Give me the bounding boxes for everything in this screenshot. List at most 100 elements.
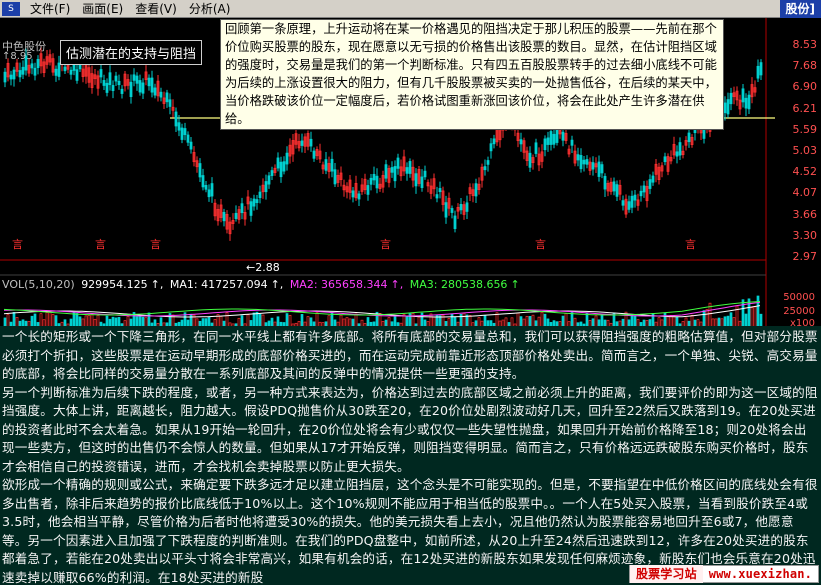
candle-body — [174, 111, 178, 127]
candle-body — [528, 152, 532, 168]
candle-body — [135, 75, 139, 84]
stock-chart-panel[interactable]: 言言言言言言 中色股份 ↑8.95 估测潜在的支持与阻挡 回顾第一条原理，上升运… — [0, 18, 821, 330]
candle-body — [300, 140, 304, 146]
volume-indicator-name: VOL(5,10,20) — [2, 278, 75, 291]
candle-body — [543, 138, 547, 151]
candle-body — [186, 134, 190, 143]
candle-body — [159, 91, 163, 98]
candle-body — [612, 181, 616, 192]
candle-body — [633, 194, 637, 201]
candle-body — [600, 164, 604, 174]
candle-body — [177, 122, 181, 131]
watermark-site-name: 股票学习站 — [629, 564, 703, 584]
menu-view[interactable]: 查看(V) — [129, 0, 183, 17]
candle-body — [561, 131, 565, 141]
candle-body — [579, 155, 583, 170]
candle-body — [384, 164, 388, 179]
event-marker-icon: 言 — [380, 238, 391, 251]
candle-body — [597, 161, 601, 177]
candle-body — [333, 169, 337, 185]
candle-body — [330, 158, 334, 172]
arrow-up-icon: ↑, — [150, 278, 164, 291]
candle-body — [555, 128, 559, 143]
candle-body — [687, 132, 691, 143]
candle-body — [450, 208, 454, 213]
candle-body — [108, 72, 112, 86]
candle-body — [627, 201, 631, 210]
candle-body — [9, 74, 13, 80]
volume-bar — [753, 306, 757, 329]
candle-body — [453, 215, 457, 229]
event-marker-icon: 言 — [12, 238, 23, 251]
candle-body — [726, 99, 730, 115]
volume-bar — [741, 299, 745, 329]
candle-body — [678, 142, 682, 156]
candle-body — [375, 175, 379, 189]
candle-body — [102, 80, 106, 86]
candle-body — [615, 184, 619, 197]
arrow-up-icon: ↑ — [510, 278, 520, 291]
event-marker-icon: 言 — [95, 238, 106, 251]
event-marker-icon: 言 — [150, 238, 161, 251]
candle-body — [438, 188, 442, 193]
candle-body — [18, 70, 22, 78]
candle-body — [576, 154, 580, 161]
candle-body — [465, 202, 469, 212]
candle-body — [198, 163, 202, 178]
arrow-up-icon: ↑, — [390, 278, 404, 291]
menu-file[interactable]: 文件(F) — [24, 0, 76, 17]
price-tick: 3.66 — [792, 207, 818, 221]
candle-body — [621, 200, 625, 206]
candle-body — [165, 92, 169, 103]
article-paragraph: 一个长的矩形或一个下降三角形，在同一水平线上都有许多底部。将所有底部的交易量总和… — [2, 329, 818, 381]
article-text-panel[interactable]: 一个长的矩形或一个下降三角形，在同一水平线上都有许多底部。将所有底部的交易量总和… — [0, 326, 821, 585]
price-tick: 7.68 — [792, 59, 818, 73]
candle-body — [282, 161, 286, 172]
candle-body — [99, 69, 103, 78]
price-tick: 5.59 — [792, 122, 818, 136]
candle-body — [483, 166, 487, 171]
candle-body — [393, 166, 397, 182]
candle-body — [78, 64, 82, 70]
candle-body — [744, 97, 748, 109]
price-tick: 5.03 — [792, 144, 818, 157]
candle-body — [603, 175, 607, 190]
menu-analyze[interactable]: 分析(A) — [183, 0, 237, 17]
candle-body — [180, 127, 184, 140]
candle-body — [582, 159, 586, 165]
candle-body — [279, 161, 283, 178]
candle-body — [474, 183, 478, 197]
candle-body — [486, 160, 490, 165]
candle-body — [396, 157, 400, 169]
volume-bar — [756, 295, 760, 329]
candle-body — [258, 191, 262, 198]
candle-body — [210, 183, 214, 197]
candle-body — [552, 133, 556, 145]
price-tick: 6.21 — [792, 101, 818, 115]
menu-bar: S 文件(F) 画面(E) 查看(V) 分析(A) 股份] — [0, 0, 821, 18]
site-watermark[interactable]: 股票学习站 www.xuexizhan. — [628, 564, 819, 584]
candle-body — [648, 179, 652, 189]
candle-body — [435, 194, 439, 199]
candle-body — [54, 68, 58, 76]
candle-body — [423, 170, 427, 178]
menu-view-screen[interactable]: 画面(E) — [76, 0, 129, 17]
candle-body — [756, 65, 760, 79]
candle-body — [642, 185, 646, 193]
volume-total: 929954.125 — [81, 278, 148, 291]
candle-body — [252, 198, 256, 207]
arrow-up-icon: ↑, — [270, 278, 284, 291]
candle-body — [414, 173, 418, 187]
candle-body — [630, 195, 634, 208]
candle-body — [153, 87, 157, 96]
candle-body — [36, 58, 40, 69]
candle-body — [309, 138, 313, 147]
event-marker-icon: 言 — [535, 238, 546, 251]
candle-body — [204, 185, 208, 190]
candle-body — [111, 85, 115, 91]
stock-title-tag: 股份] — [779, 0, 821, 18]
candle-body — [357, 193, 361, 200]
candle-body — [663, 156, 667, 163]
candle-body — [741, 88, 745, 103]
candle-body — [255, 199, 259, 204]
